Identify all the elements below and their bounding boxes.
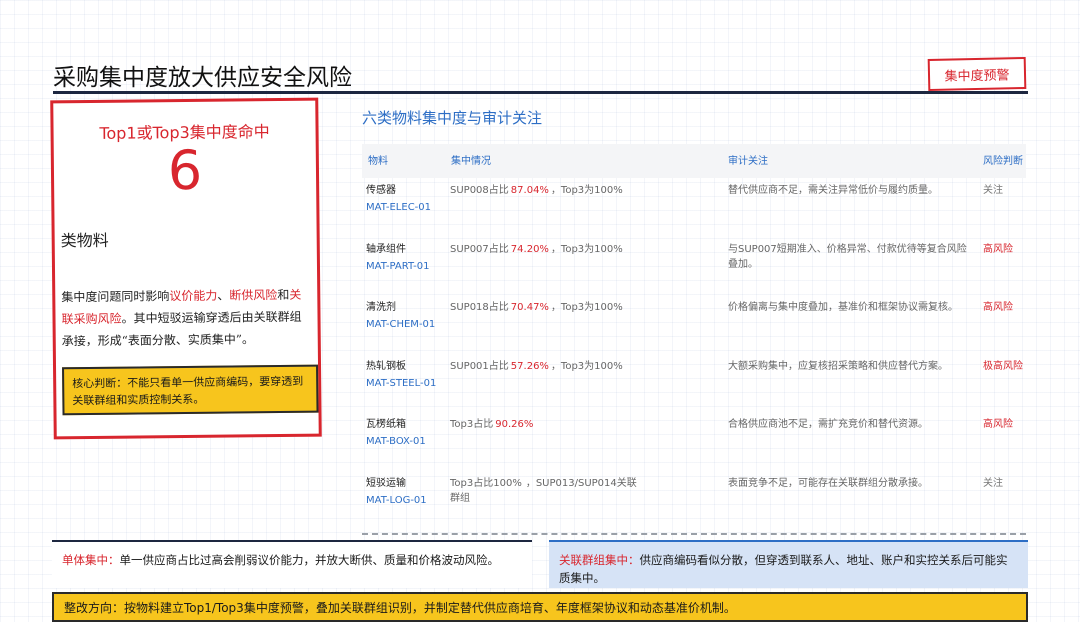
risk-cell: 关注: [983, 185, 1003, 196]
material-cell: 传感器 MAT-ELEC-01: [366, 183, 431, 215]
concentration-cell: SUP008占比 87.04% ，Top3为100%: [450, 183, 710, 198]
hit-count: 6: [167, 138, 203, 203]
hit-unit: 类物料: [60, 230, 109, 251]
material-code: MAT-PART-01: [366, 260, 430, 272]
material-name: 传感器: [366, 185, 396, 196]
concentration-cell: SUP001占比 57.26% ，Top3为100%: [450, 359, 710, 374]
conc-suffix: ，Top3为100%: [550, 302, 623, 313]
material-cell: 热轧钢板 MAT-STEEL-01: [366, 359, 436, 391]
desc-highlight: 议价能力: [169, 288, 218, 304]
risk-cell: 关注: [983, 477, 1003, 489]
conc-percent: 74.20%: [510, 243, 549, 255]
conc-percent: 90.26%: [495, 419, 534, 430]
linked-tag: 关联群组集中：: [559, 553, 640, 567]
risk-cell: 极高风险: [983, 360, 1023, 372]
concentration-cell: Top3占比 90.26%: [450, 417, 710, 432]
card-description: 集中度问题同时影响议价能力、断供风险和关联采购风险。其中短驳运输穿透后由关联群组…: [61, 284, 312, 353]
linked-group-note: 关联群组集中：供应商编码看似分散，但穿透到联系人、地址、账户和实控关系后可能实质…: [549, 540, 1028, 588]
single-text: 单一供应商占比过高会削弱议价能力，并放大断供、质量和价格波动风险。: [119, 553, 500, 567]
header-material: 物料: [368, 155, 388, 167]
section-title: 六类物料集中度与审计关注: [362, 109, 543, 127]
material-code: MAT-ELEC-01: [366, 202, 432, 213]
table-divider: [362, 533, 1026, 535]
material-code: MAT-CHEM-01: [366, 319, 436, 330]
material-cell: 轴承组件 MAT-PART-01: [366, 242, 429, 274]
single-tag: 单体集中：: [62, 553, 120, 567]
audit-cell: 与SUP007短期准入、价格异常、付款优待等复合风险叠加。: [728, 243, 967, 270]
material-name: 瓦楞纸箱: [366, 419, 406, 430]
risk-cell: 高风险: [983, 302, 1013, 313]
material-name: 清洗剂: [366, 302, 396, 313]
material-name: 短驳运输: [366, 477, 406, 489]
conc-prefix: Top3占比100%: [450, 477, 522, 489]
header-audit: 审计关注: [728, 155, 768, 167]
material-name: 热轧钢板: [366, 360, 406, 372]
conc-prefix: SUP001占比: [450, 360, 509, 372]
core-judgement-box: 核心判断：不能只看单一供应商编码，要穿透到关联群组和实质控制关系。: [62, 364, 319, 416]
material-code: MAT-STEEL-01: [366, 377, 437, 389]
conc-percent: 87.04%: [510, 185, 549, 196]
header-concentration: 集中情况: [451, 155, 491, 167]
material-cell: 短驳运输 MAT-LOG-01: [366, 476, 427, 508]
risk-cell: 高风险: [983, 419, 1013, 430]
audit-cell: 合格供应商池不足，需扩充竞价和替代资源。: [728, 419, 928, 430]
desc-text: 、: [217, 288, 230, 303]
table-row: 短驳运输 MAT-LOG-01 Top3占比100% ，SUP013/SUP014…: [362, 471, 1026, 530]
warning-badge: 集中度预警: [927, 56, 1027, 92]
table-header: 物料 集中情况 审计关注 风险判断: [362, 144, 1026, 178]
desc-text: 集中度问题同时影响: [61, 289, 170, 305]
table-row: 传感器 MAT-ELEC-01 SUP008占比 87.04% ，Top3为100%…: [362, 178, 1026, 237]
risk-cell: 高风险: [983, 243, 1013, 255]
concentration-cell: Top3占比100% ，SUP013/SUP014关联群组: [450, 476, 640, 506]
material-cell: 瓦楞纸箱 MAT-BOX-01: [366, 417, 426, 449]
table-row: 热轧钢板 MAT-STEEL-01 SUP001占比 57.26% ，Top3为10…: [362, 354, 1026, 413]
conc-prefix: SUP007占比: [450, 243, 509, 255]
conc-prefix: SUP018占比: [450, 302, 509, 313]
audit-cell: 表面竞争不足，可能存在关联群组分散承接。: [728, 477, 928, 489]
desc-highlight: 断供风险: [229, 288, 278, 303]
material-cell: 清洗剂 MAT-CHEM-01: [366, 300, 435, 332]
header-risk: 风险判断: [983, 155, 1023, 167]
title-divider: [53, 91, 1028, 94]
table-row: 轴承组件 MAT-PART-01 SUP007占比 74.20% ，Top3为100…: [362, 237, 1026, 296]
concentration-cell: SUP018占比 70.47% ，Top3为100%: [450, 300, 710, 315]
page-title: 采购集中度放大供应安全风险: [53, 65, 352, 91]
rectification-direction: 整改方向：按物料建立Top1/Top3集中度预警，叠加关联群组识别，并制定替代供…: [52, 592, 1028, 622]
concentration-table: 物料 集中情况 审计关注 风险判断 传感器 MAT-ELEC-01 SUP008…: [362, 144, 1026, 529]
conc-percent: 57.26%: [510, 360, 549, 372]
concentration-hit-card: Top1或Top3集中度命中 6 类物料 集中度问题同时影响议价能力、断供风险和…: [50, 97, 322, 440]
table-row: 瓦楞纸箱 MAT-BOX-01 Top3占比 90.26% 合格供应商池不足，需扩…: [362, 412, 1026, 471]
audit-cell: 价格偏离与集中度叠加，基准价和框架协议需复核。: [728, 302, 958, 313]
material-code: MAT-LOG-01: [366, 494, 427, 506]
audit-cell: 替代供应商不足，需关注异常低价与履约质量。: [728, 185, 938, 196]
material-name: 轴承组件: [366, 243, 406, 255]
table-row: 清洗剂 MAT-CHEM-01 SUP018占比 70.47% ，Top3为100%…: [362, 295, 1026, 354]
audit-cell: 大额采购集中，应复核招采策略和供应替代方案。: [728, 360, 948, 372]
desc-text: 和: [277, 287, 290, 303]
conc-prefix: Top3占比: [450, 419, 494, 430]
material-code: MAT-BOX-01: [366, 436, 426, 447]
conc-prefix: SUP008占比: [450, 185, 509, 196]
concentration-cell: SUP007占比 74.20% ，Top3为100%: [450, 242, 710, 257]
conc-percent: 70.47%: [510, 302, 549, 313]
conc-suffix: ，Top3为100%: [550, 360, 623, 372]
conc-suffix: ，Top3为100%: [550, 243, 623, 255]
conc-suffix: ，Top3为100%: [550, 185, 623, 196]
single-concentration-note: 单体集中：单一供应商占比过高会削弱议价能力，并放大断供、质量和价格波动风险。: [52, 540, 532, 588]
